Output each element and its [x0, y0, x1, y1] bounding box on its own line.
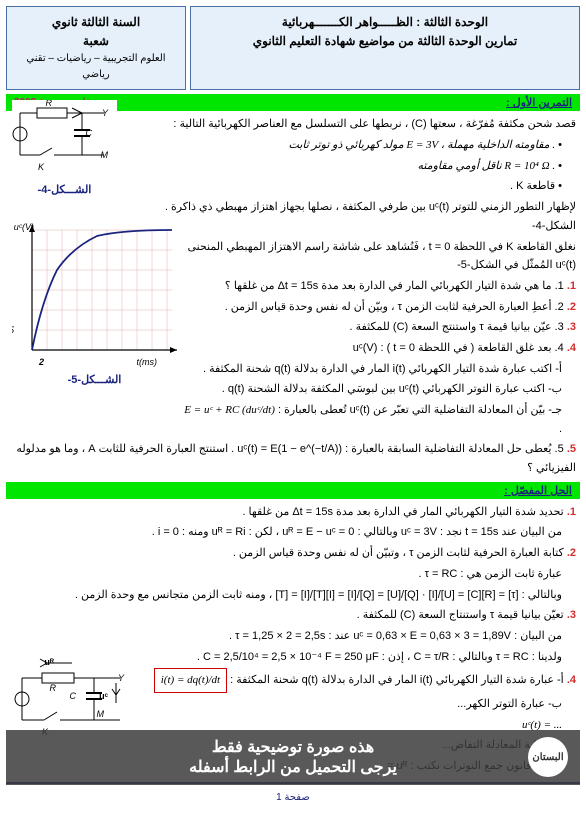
label-M2: M — [97, 709, 105, 719]
q4a: أ- اكتب عبارة شدة التيار الكهربائي i(t) … — [181, 360, 576, 379]
line-2: لإظهار التطور الزمني للتوتر uᶜ(t) بين طر… — [121, 198, 576, 235]
watermark-line1: هذه صورة توضيحية فقط — [212, 737, 374, 757]
solution-title: الحل المفصّل : — [504, 484, 572, 497]
q4c: جـ- بيّن أن المعادلة التفاضلية التي تعبّ… — [181, 401, 576, 438]
line-3: نغلق القاطعة K في اللحظة t = 0 ، فَنُشاه… — [181, 238, 576, 275]
eq-i: i(t) = dq(t)/dt — [154, 668, 227, 693]
figure-4: R Y C E K M الشـــكل-4- — [12, 100, 117, 196]
figure-5-graph: uᶜ(V) t(ms) 0,5 2 الشـــكل-5- — [12, 220, 177, 410]
s2: 2. كتابة العبارة الحرفية لثابت الزمن τ ،… — [6, 544, 576, 563]
x-tick-2: 2 — [38, 357, 44, 367]
q5: 5. 5. يُعطى حل المعادلة التفاضلية السابق… — [6, 440, 576, 477]
q4-intro: 4. 4. بعد غلق القاطعة ( في اللحظة t = 0 … — [181, 339, 576, 358]
s1: 1. تحديد شدة التيار الكهربائي المار في ا… — [6, 503, 576, 522]
y-half-tick: 0,5 — [12, 325, 15, 335]
label-C: C — [86, 128, 93, 138]
watermark-line2: يرجى التحميل من الرابط أسفله — [189, 757, 397, 777]
y-axis-label: uᶜ(V) — [14, 222, 34, 232]
fig4-caption: الشـــكل-4- — [12, 183, 117, 196]
label-uC2: uᶜ — [99, 691, 108, 701]
exercise-title: التمرين الأول : — [506, 96, 572, 109]
grade-line: السنة الثالثة ثانوي — [17, 13, 175, 32]
q2: 2. 2. أعطِ العبارة الحرفية لثابت الزمن τ… — [181, 298, 576, 317]
solution-bar: الحل المفصّل : — [6, 482, 580, 499]
bullet-3: • قاطعة K . — [121, 177, 576, 196]
s4b: ب- عبارة التوتر الكهر... — [136, 695, 576, 714]
fig5-caption: الشـــكل-5- — [12, 373, 177, 386]
label-R2: R — [50, 683, 57, 693]
s2-text2: وبالتالي : [τ] = [R][C] = [U]/[I] · [Q]/… — [6, 586, 576, 605]
q3: 3. 3. عيّن بيانيا قيمة τ واستنتج السعة (… — [181, 318, 576, 337]
header-right-box: السنة الثالثة ثانوي شعبة العلوم التجريبي… — [6, 6, 186, 90]
s2-text1: عبارة ثابت الزمن هي : τ = RC . — [6, 565, 576, 584]
s3: 3. تعيّن بيانيا قيمة τ واستنتاج السعة (C… — [6, 606, 576, 625]
page-number: صفحة 1 — [6, 792, 580, 803]
subtitle: تمارين الوحدة الثالثة من مواضيع شهادة ال… — [201, 32, 569, 51]
label-C2: C — [70, 691, 77, 701]
branch-line: شعبة — [17, 32, 175, 51]
intro-text: قصد شحن مكثفة مُفرّغة ، سعتها (C) ، نربط… — [121, 115, 576, 134]
bullet-2: • ناقل أومي مقاومته R = 10⁴ Ω . — [121, 157, 576, 176]
label-E2: E — [12, 694, 13, 704]
q1: 1. 1. ما هي شدة التيار الكهربائي المار ف… — [181, 277, 576, 296]
s1-text: من البيان عند t = 15s نجد : uᶜ = 3V وبال… — [6, 523, 576, 542]
s4a: 4. أ- عبارة شدة التيار الكهربائي i(t) ال… — [136, 668, 576, 693]
header-left-box: الوحدة الثالثة : الظـــــواهر الكـــــــ… — [190, 6, 580, 90]
q4b: ب- اكتب عبارة التوتر الكهربائي uᶜ(t) بين… — [181, 380, 576, 399]
streams-line: العلوم التجريبية – رياضيات – تقني رياضي — [17, 51, 175, 83]
label-R: R — [46, 100, 53, 108]
label-Y2: Y — [118, 673, 125, 683]
x-axis-label: t(ms) — [137, 357, 158, 367]
bullet-1: • مولد كهربائي ذو توتر ثابت E = 3V ، مقا… — [121, 136, 576, 155]
label-M: M — [101, 150, 109, 160]
watermark-banner: البستان هذه صورة توضيحية فقط يرجى التحمي… — [6, 730, 580, 785]
label-Y: Y — [102, 108, 109, 118]
unit-title: الوحدة الثالثة : الظـــــواهر الكـــــــ… — [201, 13, 569, 32]
watermark-logo: البستان — [528, 737, 568, 777]
s3-text1: من البيان : uᶜ = 0,63 × E = 0,63 × 3 = 1… — [6, 627, 576, 646]
label-K: K — [38, 162, 45, 172]
